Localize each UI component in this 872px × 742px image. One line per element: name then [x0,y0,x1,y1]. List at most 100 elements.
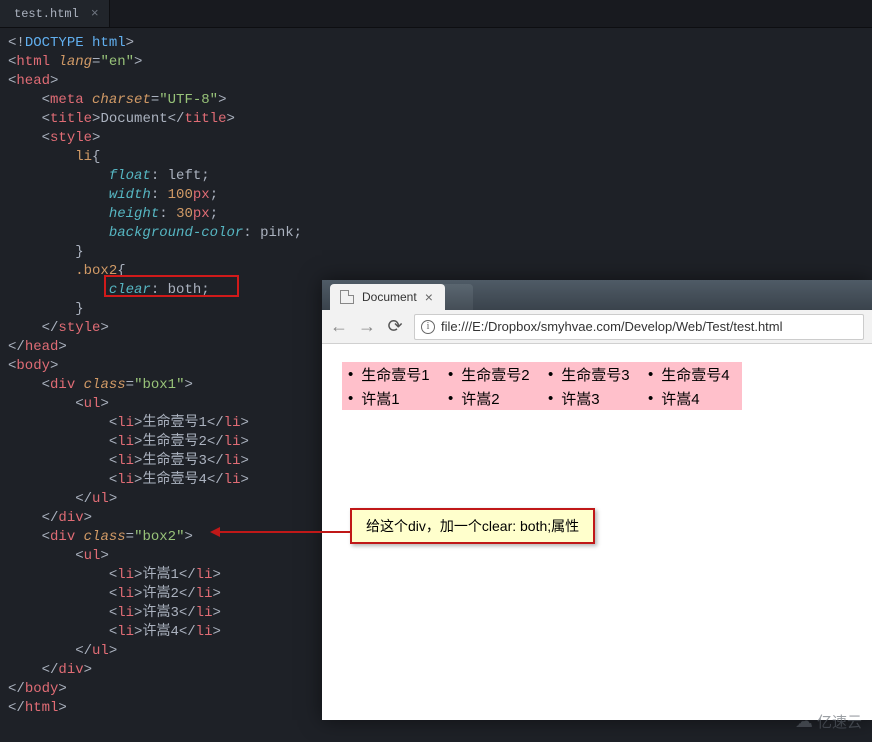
attr-class-2: class [84,529,126,545]
val-box1: "box1" [134,377,184,393]
tag-html: html [16,54,50,70]
li-text: 许嵩1 [142,567,178,583]
list-item-label: 许嵩3 [561,388,599,409]
attr-charset: charset [92,92,151,108]
back-button[interactable]: ← [330,316,348,337]
url-text: file:///E:/Dropbox/smyhvae.com/Develop/W… [441,319,783,334]
tag-meta: meta [50,92,84,108]
file-icon [340,290,354,304]
li-text: 生命壹号3 [142,453,206,469]
li-text: 许嵩4 [142,624,178,640]
arrow-line [218,531,350,533]
reload-button[interactable]: ⟳ [386,316,404,337]
browser-window: Document × ← → ⟳ i file:///E:/Dropbox/sm… [322,280,872,720]
tag-body-close: body [25,681,59,697]
val-left: left [168,168,202,184]
li-text: 许嵩2 [142,586,178,602]
unit-px-1: px [193,187,210,203]
val-box2: "box2" [134,529,184,545]
tag-title-open: title [50,111,92,127]
editor-tab-bar: test.html × [0,0,872,28]
tag-li-c: li [224,472,241,488]
val-lang: "en" [100,54,134,70]
prop-height: height [109,206,159,222]
li-text: 生命壹号4 [142,472,206,488]
tag-li: li [117,605,134,621]
tag-li: li [117,434,134,450]
tag-li: li [117,472,134,488]
annotation-callout: 给这个div，加一个clear: both;属性 [350,508,595,544]
list-item: 许嵩3 [542,386,642,410]
editor-tab[interactable]: test.html × [0,0,110,27]
prop-width: width [109,187,151,203]
tag-div-1: div [50,377,75,393]
editor-tab-title: test.html [14,7,79,21]
close-icon[interactable]: × [425,289,433,305]
title-text: Document [100,111,167,127]
arrow-head-icon [210,527,220,537]
tag-li: li [117,624,134,640]
tag-li-c: li [224,415,241,431]
val-100: 100 [168,187,193,203]
cloud-icon: ☁ [795,711,813,732]
tag-style-open: style [50,130,92,146]
list-item: 生命壹号4 [642,362,742,386]
list-item: 生命壹号1 [342,362,442,386]
tag-li-c: li [196,567,213,583]
list-item-label: 生命壹号1 [361,364,429,385]
tag-title-close: title [184,111,226,127]
tag-li: li [117,453,134,469]
tag-head-close: head [25,339,59,355]
watermark: ☁ 亿速云 [795,711,862,732]
prop-clear: clear [109,282,151,298]
tag-ul-2c: ul [92,643,109,659]
tag-li: li [117,567,134,583]
tag-style-close: style [58,320,100,336]
tag-li: li [117,586,134,602]
li-text: 生命壹号2 [142,434,206,450]
list-item: 生命壹号3 [542,362,642,386]
list-item-label: 生命壹号2 [461,364,529,385]
forward-button[interactable]: → [358,316,376,337]
tag-li-c: li [196,605,213,621]
li-text: 生命壹号1 [142,415,206,431]
info-icon[interactable]: i [421,320,435,334]
list-item-label: 许嵩4 [661,388,699,409]
prop-bg: background-color [109,225,243,241]
val-charset: "UTF-8" [159,92,218,108]
selector-box2: .box2 [75,263,117,279]
callout-text: 给这个div，加一个clear: both;属性 [366,518,579,534]
list-item: 许嵩1 [342,386,442,410]
list-item-label: 许嵩1 [361,388,399,409]
list-row-2: 许嵩1 许嵩2 许嵩3 许嵩4 [342,386,852,410]
tag-div-1c: div [58,510,83,526]
li-text: 许嵩3 [142,605,178,621]
tag-li-c: li [196,624,213,640]
tag-ul-1: ul [84,396,101,412]
tag-li-c: li [224,453,241,469]
attr-lang: lang [58,54,92,70]
val-pink: pink [260,225,294,241]
browser-tab-title: Document [362,290,417,304]
list-item: 许嵩2 [442,386,542,410]
browser-toolbar: ← → ⟳ i file:///E:/Dropbox/smyhvae.com/D… [322,310,872,344]
unit-px-2: px [193,206,210,222]
list-item: 生命壹号2 [442,362,542,386]
doctype: DOCTYPE html [25,35,126,51]
list-item-label: 许嵩2 [461,388,499,409]
browser-tabstrip: Document × [322,280,872,310]
browser-viewport: 生命壹号1 生命壹号2 生命壹号3 生命壹号4 许嵩1 许嵩2 许嵩3 许嵩4 [322,344,872,428]
browser-tab[interactable]: Document × [330,284,445,310]
list-item-label: 生命壹号3 [561,364,629,385]
tag-li-c: li [196,586,213,602]
list-row-1: 生命壹号1 生命壹号2 生命壹号3 生命壹号4 [342,362,852,386]
close-icon[interactable]: × [91,6,99,21]
tag-ul-1c: ul [92,491,109,507]
tag-html-close: html [25,700,59,716]
tag-li: li [117,415,134,431]
val-30: 30 [176,206,193,222]
url-bar[interactable]: i file:///E:/Dropbox/smyhvae.com/Develop… [414,314,864,340]
selector-li: li [75,149,92,165]
list-item-label: 生命壹号4 [661,364,729,385]
new-tab-button[interactable] [443,284,473,310]
